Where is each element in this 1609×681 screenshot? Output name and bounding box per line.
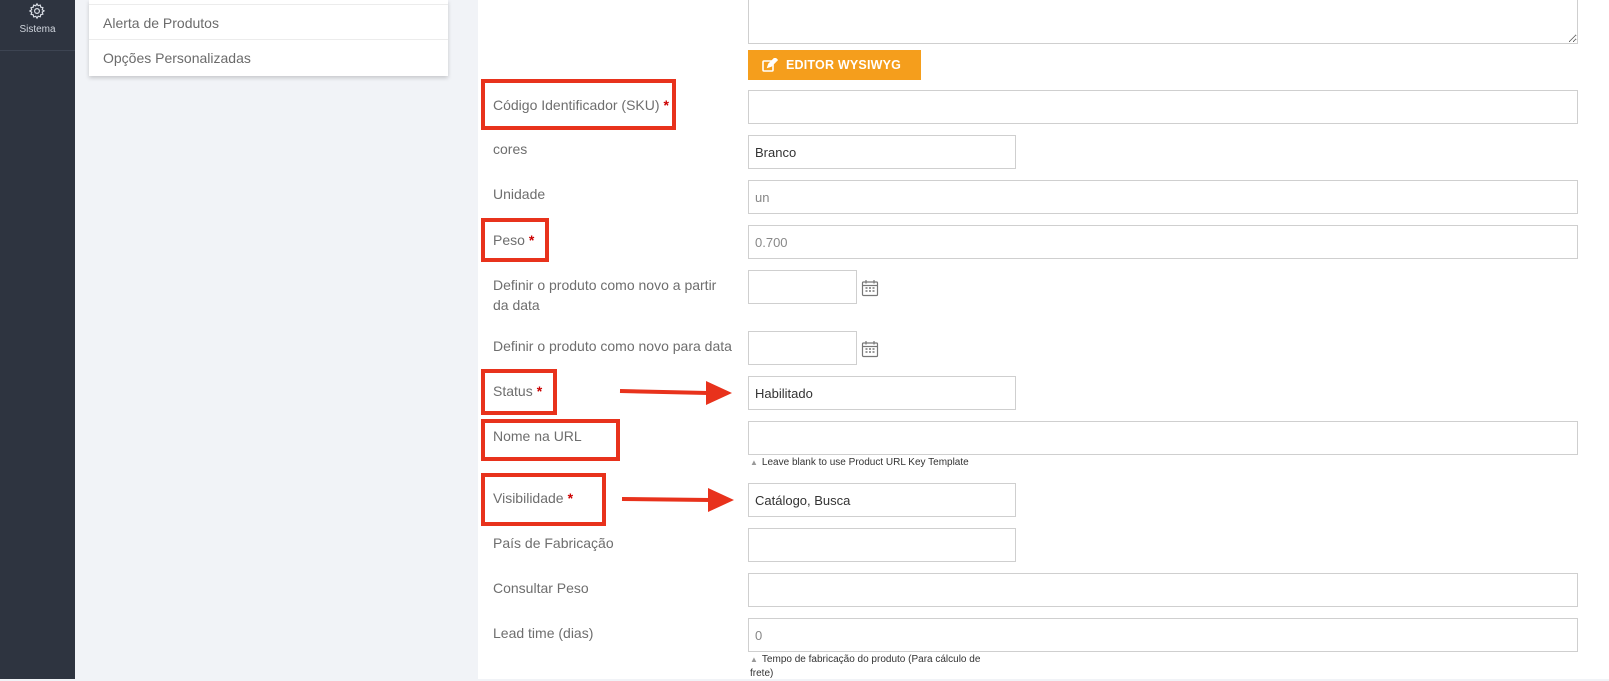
pais-select[interactable] — [748, 528, 1016, 562]
annotation-arrow-visibilidade — [621, 488, 734, 512]
novo-ate-date-input[interactable] — [748, 331, 857, 365]
annotation-box-visibilidade — [481, 473, 606, 526]
annotation-box-peso — [481, 218, 549, 262]
lead-time-hint: ▲ Tempo de fabricação do produto (Para cá… — [750, 653, 1000, 681]
admin-sidebar: Sistema — [0, 0, 75, 679]
lead-time-hint-text: Tempo de fabricação do produto (Para cál… — [750, 654, 981, 679]
cores-label: cores — [493, 141, 528, 157]
calendar-icon[interactable] — [861, 279, 879, 297]
annotation-box-sku — [481, 79, 676, 130]
editor-wysiwyg-label: EDITOR WYSIWYG — [786, 58, 902, 72]
status-select[interactable] — [748, 376, 1016, 410]
consultar-peso-label: Consultar Peso — [493, 580, 589, 596]
annotation-box-status — [481, 369, 557, 415]
editor-wysiwyg-button[interactable]: EDITOR WYSIWYG — [748, 50, 921, 80]
url-key-input[interactable] — [748, 421, 1578, 455]
gear-icon — [28, 2, 46, 20]
novo-de-label: Definir o produto como novo a partir da … — [493, 277, 717, 313]
menu-item-alerta-produtos[interactable]: Alerta de Produtos — [89, 4, 448, 40]
cores-select[interactable] — [748, 135, 1016, 169]
product-submenu: Alerta de Produtos Opções Personalizadas — [89, 0, 448, 76]
annotation-box-url-key — [481, 419, 620, 461]
unidade-label: Unidade — [493, 186, 546, 202]
unidade-input[interactable] — [748, 180, 1578, 214]
calendar-icon[interactable] — [861, 340, 879, 358]
product-form-panel: EDITOR WYSIWYG Código Identificador (SKU… — [478, 0, 1609, 679]
sku-input[interactable] — [748, 90, 1578, 124]
pais-label: País de Fabricação — [493, 535, 614, 551]
description-textarea[interactable] — [748, 0, 1578, 44]
url-key-hint-text: Leave blank to use Product URL Key Templ… — [761, 457, 969, 468]
novo-ate-label: Definir o produto como novo para data — [493, 338, 732, 354]
lead-time-input[interactable] — [748, 618, 1578, 652]
url-key-hint: ▲ Leave blank to use Product URL Key Temp… — [750, 456, 969, 470]
annotation-arrow-status — [619, 381, 732, 405]
peso-input[interactable] — [748, 225, 1578, 259]
novo-de-date-input[interactable] — [748, 270, 857, 304]
sidebar-item-label: Sistema — [19, 24, 56, 35]
hint-triangle-icon: ▲ — [750, 655, 758, 664]
sidebar-item-sistema[interactable]: Sistema — [0, 0, 75, 51]
menu-item-opcoes-personalizadas[interactable]: Opções Personalizadas — [89, 40, 448, 76]
hint-triangle-icon: ▲ — [750, 458, 758, 467]
visibilidade-select[interactable] — [748, 483, 1016, 517]
edit-icon — [762, 56, 779, 72]
consultar-peso-input[interactable] — [748, 573, 1578, 607]
lead-time-label: Lead time (dias) — [493, 625, 594, 641]
